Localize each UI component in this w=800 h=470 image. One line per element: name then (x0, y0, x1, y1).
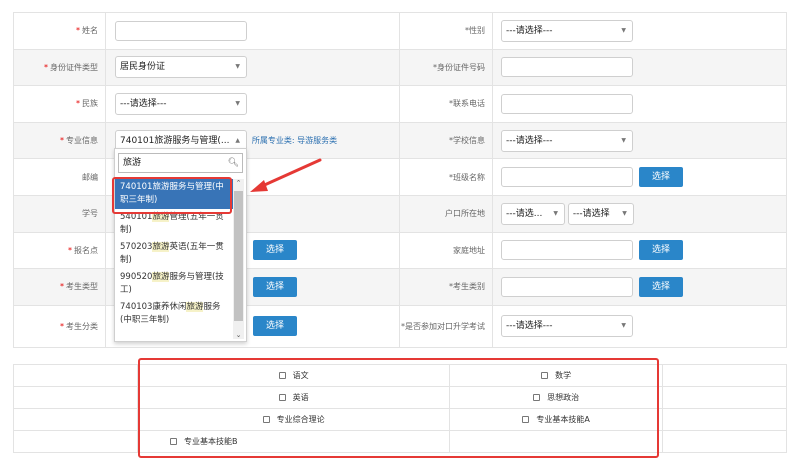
id-type-label: * 身份证件类型 (13, 48, 106, 87)
major-option-list: 740101旅游服务与管理(中职三年制) 540101旅游管理(五年一贯制) 570… (115, 179, 233, 329)
postcode-label: 邮编 (13, 158, 106, 196)
major-option[interactable]: 740103康养休闲旅游服务(中职三年制) (115, 299, 233, 329)
class-select-button[interactable]: 选择 (639, 167, 684, 188)
search-icon: 🔍︎ (227, 158, 239, 168)
major-search-input[interactable]: 旅游 🔍︎ (118, 153, 243, 173)
option-text-code: 990520 (120, 272, 153, 282)
chevron-down-icon[interactable]: ⌄ (233, 331, 244, 339)
home-address-label: 家庭地址 (399, 231, 493, 270)
chevron-down-icon: ▼ (235, 63, 240, 71)
subject-chinese[interactable]: 语文 (136, 364, 451, 387)
student-no-label: 学号 (13, 194, 106, 233)
option-text-hl: 旅游 (152, 212, 170, 222)
id-number-input[interactable] (501, 57, 633, 78)
subject-skill-b[interactable]: 专业基本技能B (136, 430, 451, 453)
chevron-down-icon: ▼ (621, 136, 626, 144)
option-text-hl: 旅游 (152, 242, 170, 252)
chevron-down-icon: ▼ (622, 209, 627, 217)
option-text-code: 740101 (120, 182, 153, 192)
hukou-label: 户口所在地 (399, 194, 493, 233)
name-label: * 姓名 (13, 12, 106, 50)
home-address-select-button[interactable]: 选择 (639, 240, 684, 261)
examinee-class-select-button[interactable]: 选择 (253, 316, 298, 337)
chevron-down-icon: ▼ (235, 99, 240, 107)
name-input[interactable] (115, 20, 247, 41)
politics-checkbox[interactable] (533, 394, 541, 401)
exam-site-label: * 报名点 (13, 231, 106, 270)
subject-skill-a[interactable]: 专业基本技能A (449, 408, 663, 431)
examinee-category-input[interactable] (501, 276, 633, 297)
subject-politics[interactable]: 思想政治 (449, 386, 663, 409)
ethnicity-label: * 民族 (13, 85, 106, 123)
phone-input[interactable] (501, 93, 633, 114)
chinese-checkbox[interactable] (278, 372, 286, 379)
option-text-hl: 旅游 (152, 182, 170, 192)
major-label: * 专业信息 (13, 121, 106, 160)
id-number-label: *身份证件号码 (399, 48, 493, 87)
subject-english[interactable]: 英语 (136, 386, 451, 409)
skill-a-checkbox[interactable] (522, 416, 530, 423)
examinee-category-label: *考生类别 (399, 268, 493, 306)
examinee-type-select-button[interactable]: 选择 (253, 276, 298, 297)
option-text-code: 740103 (120, 302, 153, 312)
skill-b-checkbox[interactable] (170, 438, 177, 445)
major-option[interactable]: 540101旅游管理(五年一贯制) (115, 209, 233, 239)
theory-checkbox[interactable] (262, 416, 270, 423)
chevron-down-icon: ▼ (553, 209, 558, 217)
vocational-exam-select[interactable]: ---请选择--- ▼ (501, 315, 633, 338)
gender-label: *性别 (399, 12, 493, 50)
scrollbar-thumb[interactable] (234, 191, 243, 321)
id-type-select[interactable]: 居民身份证 ▼ (115, 56, 247, 79)
examinee-class-label: * 考生分类 (13, 304, 106, 348)
math-checkbox[interactable] (541, 372, 549, 379)
major-category-hint: 所属专业类: 导游服务类 (251, 136, 338, 146)
exam-site-select-button[interactable]: 选择 (253, 240, 298, 261)
subject-theory[interactable]: 专业综合理论 (136, 408, 451, 431)
chevron-down-icon: ▼ (621, 26, 626, 34)
ethnicity-select[interactable]: ---请选择--- ▼ (115, 92, 247, 115)
vocational-exam-label: *是否参加对口升学考试 (399, 304, 493, 348)
subject-table: 语文 数学 英语 思想政治 专业综合理论 专业基本技能A 专业基本技能B (13, 364, 787, 453)
major-option[interactable]: 740101旅游服务与管理(中职三年制) (115, 179, 233, 209)
major-option[interactable]: 990520旅游服务与管理(技工) (115, 269, 233, 299)
school-label: *学校信息 (399, 121, 493, 160)
major-option[interactable]: 570203旅游英语(五年一贯制) (115, 239, 233, 269)
dropdown-scrollbar[interactable]: ⌃ ⌄ (233, 179, 244, 339)
english-checkbox[interactable] (278, 394, 286, 401)
subject-math[interactable]: 数学 (449, 364, 663, 387)
option-text-hl: 旅游 (152, 272, 170, 282)
examinee-category-select-button[interactable]: 选择 (639, 276, 684, 297)
class-input[interactable] (501, 167, 633, 188)
hukou-city-select[interactable]: ---请选择 ▼ (567, 202, 634, 225)
hukou-province-select[interactable]: ---请选... ▼ (501, 202, 565, 225)
chevron-up-icon[interactable]: ⌃ (233, 179, 244, 187)
option-text-code: 570203 (120, 242, 153, 252)
option-text-pre: 康养休闲 (152, 302, 187, 312)
home-address-input[interactable] (501, 240, 633, 261)
annotation-arrow (250, 158, 322, 192)
phone-label: *联系电话 (399, 85, 493, 123)
option-text-code: 540101 (120, 212, 153, 222)
chevron-down-icon: ▼ (621, 322, 626, 330)
examinee-type-label: * 考生类型 (13, 268, 106, 306)
option-text-hl: 旅游 (186, 302, 204, 312)
class-label: *班级名称 (399, 158, 493, 196)
school-select[interactable]: ---请选择--- ▼ (501, 129, 633, 152)
gender-select[interactable]: ---请选择--- ▼ (501, 19, 633, 42)
major-dropdown-panel: 旅游 🔍︎ 740101旅游服务与管理(中职三年制) 540101旅游管理(五年一… (114, 148, 247, 342)
